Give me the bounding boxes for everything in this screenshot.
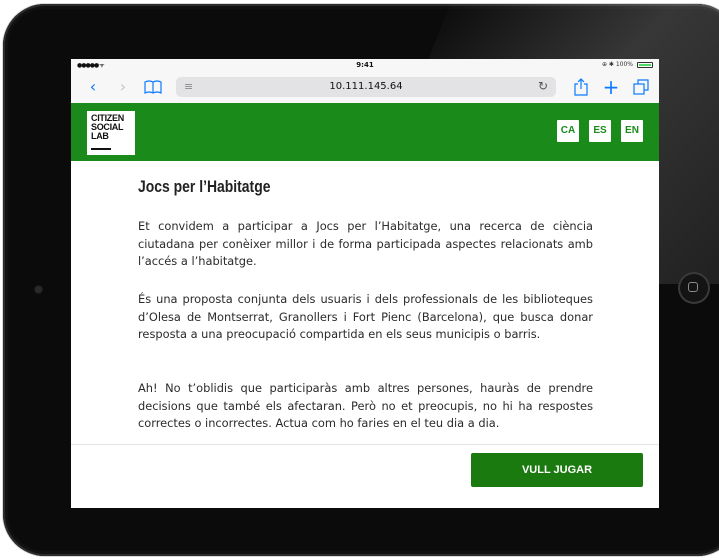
logo-line-3: LAB <box>91 131 109 141</box>
main-content: Jocs per l’Habitatge Et convidem a parti… <box>71 161 659 444</box>
tabs-icon[interactable] <box>631 77 651 97</box>
lang-en-button[interactable]: EN <box>621 120 643 142</box>
home-button-icon <box>688 282 698 292</box>
screen: ●●●●● ᯤ 9:41 ⊕ ✱ 100% ‹ › ≡ 10.111.145.6… <box>71 59 659 508</box>
home-button[interactable] <box>678 272 710 304</box>
reload-icon[interactable]: ↻ <box>538 79 548 93</box>
status-time: 9:41 <box>356 61 374 69</box>
chevron-left-icon[interactable]: ‹ <box>83 77 103 97</box>
lang-es-button[interactable]: ES <box>589 120 611 142</box>
book-icon[interactable] <box>143 77 163 97</box>
citizen-social-lab-logo[interactable]: CITIZEN SOCIAL LAB <box>87 111 135 155</box>
battery-icon <box>637 62 653 68</box>
reminder-paragraph: Ah! No t’oblidis que participaràs amb al… <box>138 381 593 430</box>
share-icon[interactable] <box>571 77 591 97</box>
ipad-frame: ●●●●● ᯤ 9:41 ⊕ ✱ 100% ‹ › ≡ 10.111.145.6… <box>3 4 719 556</box>
site-header: CITIZEN SOCIAL LAB CA ES EN <box>71 103 659 161</box>
footer-bar: VULL JUGAR <box>71 444 659 508</box>
address-bar[interactable]: ≡ 10.111.145.64 ↻ <box>176 77 556 97</box>
status-bar: ●●●●● ᯤ 9:41 ⊕ ✱ 100% <box>71 59 659 71</box>
lang-ca-button[interactable]: CA <box>557 120 579 142</box>
chevron-right-icon[interactable]: › <box>113 77 133 97</box>
plus-icon[interactable]: + <box>601 77 621 97</box>
vull-jugar-button[interactable]: VULL JUGAR <box>471 453 643 487</box>
browser-toolbar: ‹ › ≡ 10.111.145.64 ↻ + <box>71 71 659 104</box>
front-camera <box>35 286 42 293</box>
intro-paragraph: Et convidem a participar a Jocs per l’Ha… <box>138 219 593 268</box>
logo-underline <box>91 148 111 150</box>
proposal-paragraph: És una proposta conjunta dels usuaris i … <box>138 292 593 341</box>
url-text: 10.111.145.64 <box>329 81 403 92</box>
battery-status: ⊕ ✱ 100% <box>601 61 633 68</box>
page-title: Jocs per l’Habitatge <box>138 177 271 196</box>
